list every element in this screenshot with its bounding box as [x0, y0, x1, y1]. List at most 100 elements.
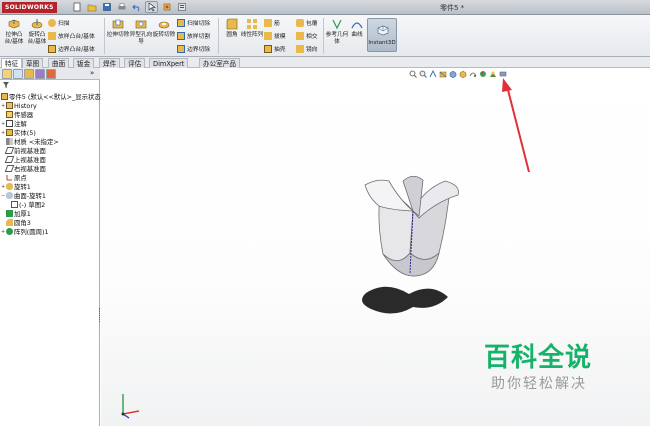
model-shadow — [362, 286, 448, 314]
extrude-cut-button[interactable]: 拉伸切除 — [106, 17, 130, 39]
curves-icon — [351, 22, 363, 29]
lofted-cut-icon — [177, 31, 185, 40]
tab-features[interactable]: 特征 — [1, 58, 23, 68]
tree-item-solid-bodies[interactable]: + 实体(5) — [1, 128, 36, 137]
tree-item-surface-revolve1[interactable]: − 曲面-旋转1 — [1, 191, 46, 200]
expand-icon[interactable]: + — [1, 184, 5, 190]
tree-filter[interactable] — [0, 81, 100, 89]
tree-item-right-plane[interactable]: 右视基准面 — [4, 164, 46, 173]
revolve-icon — [6, 183, 13, 190]
boundary-boss-icon — [48, 44, 56, 53]
options-icon[interactable] — [175, 1, 188, 13]
mirror-button[interactable]: 镜向 — [296, 44, 318, 53]
graphics-area[interactable]: 百科全说 助你轻松解决 — [101, 68, 650, 426]
tree-item-sensors[interactable]: 传感器 — [6, 110, 33, 119]
tree-item-front-plane[interactable]: 前视基准面 — [4, 146, 46, 155]
reference-triad — [121, 394, 140, 419]
dimxpert-tab-icon[interactable] — [35, 69, 45, 79]
wrap-button[interactable]: 包覆 — [296, 18, 318, 27]
tab-dimxpert[interactable]: DimXpert — [149, 58, 189, 68]
lofted-cut-button[interactable]: 放样切割 — [177, 31, 210, 40]
plane-icon — [4, 156, 15, 163]
tree-item-material[interactable]: 材质 <未指定> — [6, 137, 59, 146]
thicken-icon — [6, 210, 13, 217]
tab-office-products[interactable]: 办公室产品 — [199, 58, 240, 68]
tree-item-sketch2[interactable]: (-) 草图2 — [11, 200, 45, 209]
loft-icon — [48, 31, 56, 40]
tree-item-thicken1[interactable]: 加厚1 — [6, 209, 31, 218]
annotation-arrow — [502, 78, 530, 173]
tree-item-origin[interactable]: 原点 — [6, 173, 27, 182]
display-manager-tab-icon[interactable] — [46, 69, 56, 79]
select-icon[interactable] — [145, 1, 158, 13]
tree-item-fillet3[interactable]: 圆角3 — [6, 218, 31, 227]
solidworks-logo[interactable]: SOLIDWORKS — [2, 2, 57, 13]
rebuild-icon[interactable] — [160, 1, 173, 13]
shell-button[interactable]: 抽壳 — [264, 44, 286, 53]
tree-item-annotations[interactable]: + 注解 — [1, 119, 27, 128]
command-manager: 拉伸凸台/基体 旋转凸台/基体 扫描 放样凸台/基体 边界凸台/基体 拉伸切除 … — [0, 15, 650, 57]
filter-icon — [3, 82, 9, 88]
expand-icon[interactable]: + — [1, 130, 5, 136]
fillet-icon — [226, 18, 238, 30]
tab-evaluate[interactable]: 评估 — [124, 58, 146, 68]
tree-item-circular-pattern1[interactable]: + 阵列(圆周)1 — [1, 227, 49, 236]
material-icon — [6, 138, 13, 145]
rib-button[interactable]: 筋 — [264, 18, 280, 27]
sensor-icon — [6, 111, 13, 118]
plane-icon — [4, 165, 15, 172]
wrap-icon — [296, 18, 304, 27]
tab-sketch[interactable]: 草图 — [22, 58, 44, 68]
origin-icon — [6, 174, 13, 181]
history-icon — [6, 102, 13, 109]
plane-icon — [4, 147, 15, 154]
collapse-icon[interactable]: − — [1, 193, 5, 199]
surface-revolve-icon — [6, 192, 13, 199]
part-icon — [1, 93, 8, 100]
boundary-boss-button[interactable]: 边界凸台/基体 — [48, 44, 95, 53]
watermark: 百科全说 助你轻松解决 — [460, 335, 630, 400]
property-manager-tab-icon[interactable] — [13, 69, 23, 79]
draft-button[interactable]: 拔模 — [264, 31, 286, 40]
swept-cut-button[interactable]: 扫描切除 — [177, 18, 210, 27]
undo-icon[interactable] — [130, 1, 143, 13]
feature-manager-panel: » 零件5 (默认<<默认>_显示状态 + History 传感器 + 注解 +… — [0, 68, 102, 426]
feature-tree-tab-icon[interactable] — [2, 69, 12, 79]
configuration-tab-icon[interactable] — [24, 69, 34, 79]
new-icon[interactable] — [70, 1, 83, 13]
revolve-boss-button[interactable]: 旋转凸台/基体 — [25, 17, 49, 45]
curves-button[interactable]: 曲线 — [345, 17, 369, 39]
tab-surfaces[interactable]: 曲面 — [48, 58, 70, 68]
tree-root[interactable]: 零件5 (默认<<默认>_显示状态 — [1, 92, 101, 101]
linear-pattern-icon — [247, 19, 257, 29]
tulip-part-model[interactable] — [364, 175, 459, 277]
open-icon[interactable] — [85, 1, 98, 13]
revolve-cut-button[interactable]: 旋转切除 — [152, 17, 176, 39]
panel-tabs: » — [0, 68, 100, 80]
tree-item-top-plane[interactable]: 上视基准面 — [4, 155, 46, 164]
linear-pattern-button[interactable]: 线性阵列 — [240, 17, 264, 39]
tree-item-history[interactable]: + History — [1, 101, 37, 110]
expand-icon[interactable]: + — [1, 121, 5, 127]
boundary-cut-button[interactable]: 边界切除 — [177, 44, 210, 53]
save-icon[interactable] — [100, 1, 113, 13]
expand-icon[interactable]: + — [1, 103, 5, 109]
print-icon[interactable] — [115, 1, 128, 13]
extrude-cut-icon — [112, 19, 124, 29]
fillet-icon — [6, 219, 13, 226]
expand-icon[interactable]: + — [1, 229, 5, 235]
tab-weldments[interactable]: 焊件 — [99, 58, 121, 68]
quick-access-toolbar — [70, 1, 188, 13]
extrude-boss-button[interactable]: 拉伸凸台/基体 — [2, 17, 26, 45]
intersect-button[interactable]: 相交 — [296, 31, 318, 40]
instant3d-button[interactable]: Instant3D — [367, 18, 397, 52]
tab-sheet-metal[interactable]: 钣金 — [73, 58, 95, 68]
loft-boss-button[interactable]: 放样凸台/基体 — [48, 31, 95, 40]
hole-wizard-button[interactable]: 异型孔向导 — [129, 17, 153, 45]
tree-item-revolve1[interactable]: + 旋转1 — [1, 182, 31, 191]
panel-expand-icon[interactable]: » — [90, 69, 94, 77]
circular-pattern-icon — [6, 228, 13, 235]
annotation-icon — [6, 120, 13, 127]
swept-cut-icon — [177, 18, 185, 27]
sweep-button[interactable]: 扫描 — [48, 18, 70, 27]
